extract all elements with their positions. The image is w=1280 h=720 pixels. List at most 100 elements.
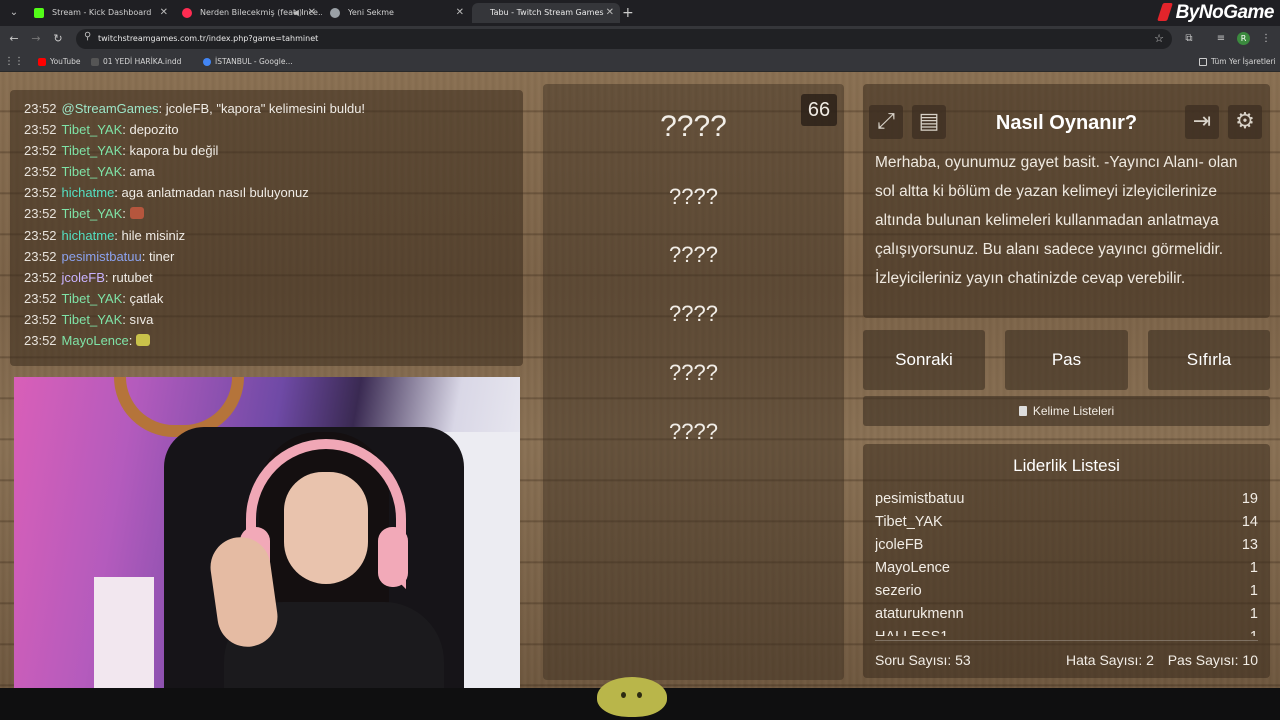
- chat-username[interactable]: jcoleFB: [62, 270, 105, 285]
- question-count: Soru Sayısı: 53: [875, 652, 971, 668]
- timer-counter: 66: [801, 94, 837, 126]
- reload-icon[interactable]: ↻: [50, 31, 66, 47]
- chat-message: 23:52 Tibet_YAK: kapora bu değil: [24, 140, 523, 161]
- leaderboard-row: ataturukmenn 1: [875, 603, 1258, 626]
- bookmark-youtube[interactable]: YouTube: [38, 52, 81, 72]
- how-to-play-title: Nasıl Oynanır?: [995, 112, 1138, 134]
- chat-message: 23:52 Tibet_YAK: sıva: [24, 309, 523, 330]
- chat-emote-icon: [136, 334, 151, 347]
- chat-username[interactable]: pesimistbatuu: [62, 249, 142, 264]
- chat-text: :: [128, 333, 133, 349]
- player-score: 1: [1249, 606, 1258, 622]
- all-bookmarks-folder[interactable]: Tüm Yer İşaretleri: [1199, 52, 1276, 72]
- error-count: Hata Sayısı: 2: [1066, 652, 1154, 668]
- chat-text: : aga anlatmadan nasıl buluyonuz: [114, 185, 309, 201]
- close-tab-icon[interactable]: ✕: [308, 3, 316, 23]
- chat-panel: 23:52 @StreamGames: jcoleFB, "kapora" kel…: [10, 90, 523, 366]
- player-name: HALLESS1: [875, 629, 948, 636]
- chat-timestamp: 23:52: [24, 143, 57, 159]
- how-to-play-panel: ⤢ ▤ ⇥ ⚙ Nasıl Oynanır? Merhaba, oyunumuz…: [863, 84, 1270, 318]
- chat-timestamp: 23:52: [24, 311, 57, 327]
- chat-username[interactable]: Tibet_YAK: [62, 164, 123, 179]
- chat-timestamp: 23:52: [24, 269, 57, 285]
- site-info-icon[interactable]: ⚲: [84, 31, 91, 42]
- chat-username[interactable]: Tibet_YAK: [62, 143, 123, 158]
- tab-title: Tabu - Twitch Stream Games: [490, 8, 604, 17]
- chat-message: 23:52 Tibet_YAK:: [24, 203, 523, 224]
- chat-username[interactable]: hichatme: [62, 228, 115, 243]
- chat-message: 23:52 hichatme: aga anlatmadan nasıl bulu…: [24, 182, 523, 203]
- chat-timestamp: 23:52: [24, 227, 57, 243]
- menu-icon[interactable]: ⋮: [1259, 31, 1273, 47]
- profile-avatar[interactable]: R: [1237, 32, 1250, 45]
- forward-arrow-icon[interactable]: →: [28, 31, 44, 47]
- pass-count: Pas Sayısı: 10: [1167, 652, 1258, 668]
- apps-grid-icon[interactable]: ⋮⋮: [4, 52, 24, 72]
- bynogame-logo: ByNoGame: [1156, 0, 1275, 26]
- chat-timestamp: 23:52: [24, 248, 57, 264]
- browser-toolbar: ← → ↻ ⚲ twitchstreamgames.com.tr/index.p…: [0, 26, 1280, 52]
- mascot-emote: [597, 677, 667, 717]
- chat-message: 23:52 @StreamGames: jcoleFB, "kapora" kel…: [24, 98, 523, 119]
- chat-text: :: [122, 206, 126, 222]
- chat-username[interactable]: MayoLence: [62, 333, 129, 348]
- media-controls-icon[interactable]: ≡: [1214, 31, 1228, 47]
- tab-tabu-game[interactable]: Tabu - Twitch Stream Games ✕: [472, 3, 620, 23]
- chat-text: : sıva: [122, 311, 154, 327]
- tab-title: Yeni Sekme: [348, 8, 394, 17]
- speaker-icon[interactable]: ◀): [293, 3, 302, 23]
- next-button[interactable]: Sonraki: [863, 330, 985, 390]
- new-tab-button[interactable]: +: [622, 3, 634, 23]
- folder-icon: [1199, 58, 1207, 66]
- list-icon: [1018, 406, 1027, 416]
- chat-message: 23:52 Tibet_YAK: ama: [24, 161, 523, 182]
- chat-username[interactable]: Tibet_YAK: [62, 122, 123, 137]
- chat-username[interactable]: Tibet_YAK: [62, 206, 123, 221]
- desk: [94, 577, 154, 688]
- chat-username[interactable]: Tibet_YAK: [62, 291, 123, 306]
- chat-username[interactable]: Tibet_YAK: [62, 312, 123, 327]
- tab-new-tab[interactable]: Yeni Sekme ✕: [322, 3, 470, 23]
- chat-username[interactable]: hichatme: [62, 185, 115, 200]
- tab-search-icon[interactable]: ⌄: [6, 5, 22, 21]
- address-bar[interactable]: ⚲ twitchstreamgames.com.tr/index.php?gam…: [76, 29, 1172, 49]
- leaderboard-row: jcoleFB 13: [875, 534, 1258, 557]
- taboo-word: ????: [669, 419, 718, 444]
- tab-strip: ⌄ Stream - Kick Dashboard ✕ Nerden Bilec…: [0, 0, 1280, 26]
- reset-button[interactable]: Sıfırla: [1148, 330, 1270, 390]
- kick-icon: [34, 8, 44, 18]
- leaderboard-row: pesimistbatuu 19: [875, 488, 1258, 511]
- bynogame-mark-icon: [1156, 3, 1173, 21]
- chat-username[interactable]: @StreamGames: [62, 101, 159, 116]
- pass-button[interactable]: Pas: [1005, 330, 1128, 390]
- url-text[interactable]: twitchstreamgames.com.tr/index.php?game=…: [98, 29, 318, 49]
- player-name: jcoleFB: [875, 537, 924, 553]
- extensions-icon[interactable]: ⧉: [1182, 31, 1196, 47]
- chat-message: 23:52 MayoLence:: [24, 330, 523, 351]
- webcam-video: [14, 377, 520, 688]
- leaderboard-title: Liderlik Listesi: [1013, 456, 1120, 475]
- mascot-eye: [637, 692, 642, 698]
- chat-timestamp: 23:52: [24, 333, 57, 349]
- close-tab-icon[interactable]: ✕: [606, 3, 614, 23]
- bookmark-yedi-harika[interactable]: 01 YEDİ HARİKA.indd: [91, 52, 181, 72]
- brand-label: ByNoGame: [1175, 2, 1275, 23]
- tab-title: Stream - Kick Dashboard: [52, 8, 152, 17]
- bookmark-istanbul[interactable]: İSTANBUL - Google...: [203, 52, 293, 72]
- close-tab-icon[interactable]: ✕: [160, 3, 168, 23]
- bookmark-label: 01 YEDİ HARİKA.indd: [103, 57, 182, 66]
- close-tab-icon[interactable]: ✕: [456, 3, 464, 23]
- leaderboard-list[interactable]: pesimistbatuu 19 Tibet_YAK 14 jcoleFB 13 MayoL…: [875, 488, 1258, 636]
- back-arrow-icon[interactable]: ←: [6, 31, 22, 47]
- game-page: 23:52 @StreamGames: jcoleFB, "kapora" kel…: [0, 72, 1280, 688]
- chat-timestamp: 23:52: [24, 290, 57, 306]
- bookmark-star-icon[interactable]: ☆: [1154, 29, 1164, 49]
- chat-message: 23:52 Tibet_YAK: çatlak: [24, 288, 523, 309]
- tab-youtube-music[interactable]: Nerden Bilecekmiş (feat. Ince... ◀) ✕: [174, 3, 322, 23]
- divider: [875, 640, 1258, 641]
- chat-timestamp: 23:52: [24, 101, 57, 116]
- tab-kick-dashboard[interactable]: Stream - Kick Dashboard ✕: [26, 3, 174, 23]
- word-lists-button[interactable]: Kelime Listeleri: [863, 396, 1270, 426]
- chat-text: : rutubet: [104, 269, 153, 285]
- player-score: 19: [1241, 491, 1258, 507]
